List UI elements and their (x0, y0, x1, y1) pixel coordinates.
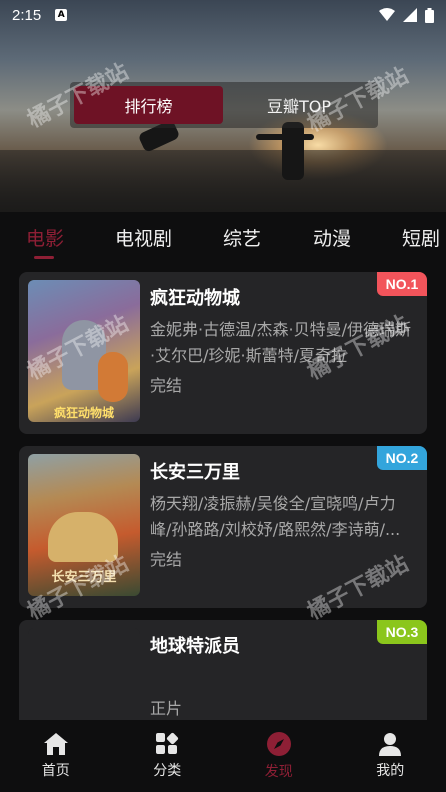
compass-icon (266, 732, 291, 756)
poster-character-fox (98, 352, 128, 402)
tab-short-drama[interactable]: 短剧 (402, 224, 440, 251)
nav-label: 我的 (376, 763, 405, 779)
nav-profile[interactable]: 我的 (350, 732, 430, 780)
card-title: 长安三万里 (150, 462, 240, 483)
card-status: 完结 (150, 376, 183, 395)
category-tabs: 电影 电视剧 综艺 动漫 短剧 (0, 212, 446, 262)
card-title: 疯狂动物城 (150, 288, 240, 309)
nav-home[interactable]: 首页 (16, 732, 96, 780)
active-tab-indicator (34, 256, 54, 259)
tab-movie[interactable]: 电影 (26, 224, 64, 251)
user-icon (379, 733, 402, 756)
poster-title: 疯狂动物城 (53, 406, 114, 420)
wifi-icon (379, 8, 395, 21)
card-cast: 杨天翔/凌振赫/吴俊全/宣晓鸣/卢力峰/孙路路/刘校妤/路熙然/李诗萌/... (150, 494, 401, 539)
rank-badge: NO.1 (377, 272, 427, 296)
tab-anime[interactable]: 动漫 (313, 224, 351, 251)
ranking-card[interactable]: 疯狂动物城 疯狂动物城 金妮弗·古德温/杰森·贝特曼/伊德瑞斯·艾尔巴/珍妮·斯… (19, 272, 427, 434)
card-cast: 金妮弗·古德温/杰森·贝特曼/伊德瑞斯·艾尔巴/珍妮·斯蕾特/夏奇拉 (150, 320, 411, 365)
nav-label: 首页 (41, 763, 70, 779)
card-status: 完结 (150, 550, 183, 569)
poster-character (48, 512, 118, 562)
tab-tv-series[interactable]: 电视剧 (115, 224, 172, 251)
movie-poster[interactable]: 疯狂动物城 (28, 280, 140, 422)
status-time: 2:15 (12, 6, 42, 24)
tab-douban-top[interactable]: 豆瓣TOP (226, 86, 372, 124)
poster-title: 长安三万里 (51, 570, 117, 585)
movie-poster[interactable]: 长安三万里 (28, 454, 140, 596)
ranking-card[interactable]: 长安三万里 长安三万里 杨天翔/凌振赫/吴俊全/宣晓鸣/卢力峰/孙路路/刘校妤/… (19, 446, 427, 608)
bottom-navigation: 首页 分类 发现 我的 (0, 720, 446, 792)
martial-artist-arm (256, 134, 314, 140)
card-status: 正片 (150, 699, 183, 718)
home-icon (43, 733, 68, 755)
tab-variety[interactable]: 综艺 (223, 224, 261, 251)
ground-silhouette (0, 150, 446, 212)
status-bar: 2:15 A (0, 0, 446, 30)
card-title: 地球特派员 (150, 636, 240, 657)
rank-badge: NO.2 (377, 446, 427, 470)
tab-ranking[interactable]: 排行榜 (74, 86, 223, 124)
nav-label: 分类 (153, 763, 182, 779)
category-icon (156, 732, 179, 754)
nav-label: 发现 (264, 764, 293, 780)
a-badge-icon: A (55, 9, 68, 21)
nav-category[interactable]: 分类 (127, 732, 207, 780)
nav-discover[interactable]: 发现 (239, 731, 319, 781)
martial-artist-silhouette (282, 122, 304, 180)
rank-badge: NO.3 (377, 620, 427, 644)
signal-icon (403, 8, 417, 22)
battery-icon (425, 7, 434, 23)
